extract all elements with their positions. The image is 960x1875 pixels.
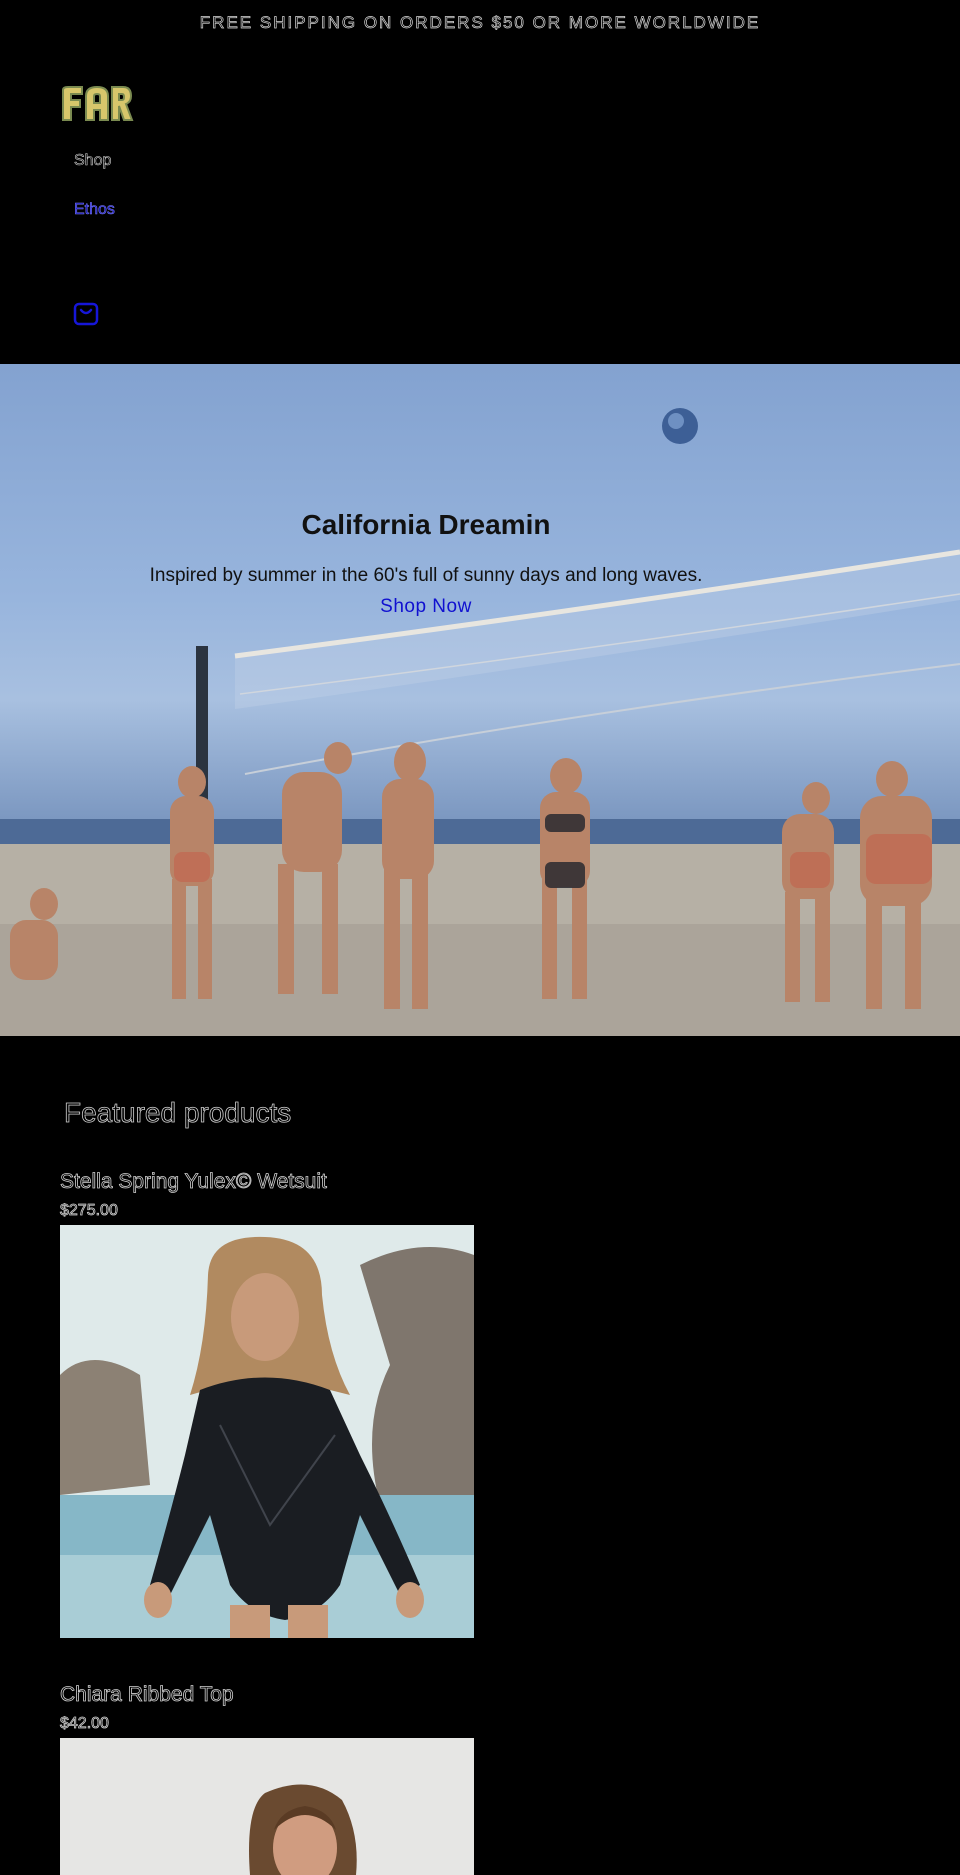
announcement-bar: FREE SHIPPING ON ORDERS $50 OR MORE WORL…: [0, 0, 960, 46]
wetsuit-photo: [60, 1225, 474, 1638]
product-title[interactable]: Chiara Ribbed Top: [60, 1683, 234, 1707]
hero-banner: California Dreamin Inspired by summer in…: [0, 364, 960, 1036]
product-title[interactable]: Stella Spring Yulex© Wetsuit: [60, 1170, 328, 1194]
announcement-text: FREE SHIPPING ON ORDERS $50 OR MORE WORL…: [199, 13, 761, 33]
ribbed-top-photo: [60, 1738, 474, 1875]
bag-icon: [73, 302, 99, 326]
nav-link-ethos[interactable]: Ethos: [74, 201, 115, 219]
far-logo-graphic: [62, 85, 134, 121]
product-price: $275.00: [60, 1202, 119, 1220]
nav-link-shop[interactable]: Shop: [74, 152, 112, 170]
product-image-ribbed-top[interactable]: [60, 1738, 474, 1875]
cart-button[interactable]: [72, 300, 100, 328]
hero-title: California Dreamin: [301, 509, 551, 541]
brand-logo[interactable]: [60, 84, 134, 124]
product-image-wetsuit[interactable]: [60, 1225, 474, 1638]
hero-beach-volleyball-image: [0, 408, 960, 1036]
featured-products-heading: Featured products: [64, 1097, 292, 1129]
shop-now-link[interactable]: Shop Now: [0, 596, 852, 618]
hero-subtitle: Inspired by summer in the 60's full of s…: [149, 565, 703, 586]
product-price: $42.00: [60, 1715, 110, 1733]
